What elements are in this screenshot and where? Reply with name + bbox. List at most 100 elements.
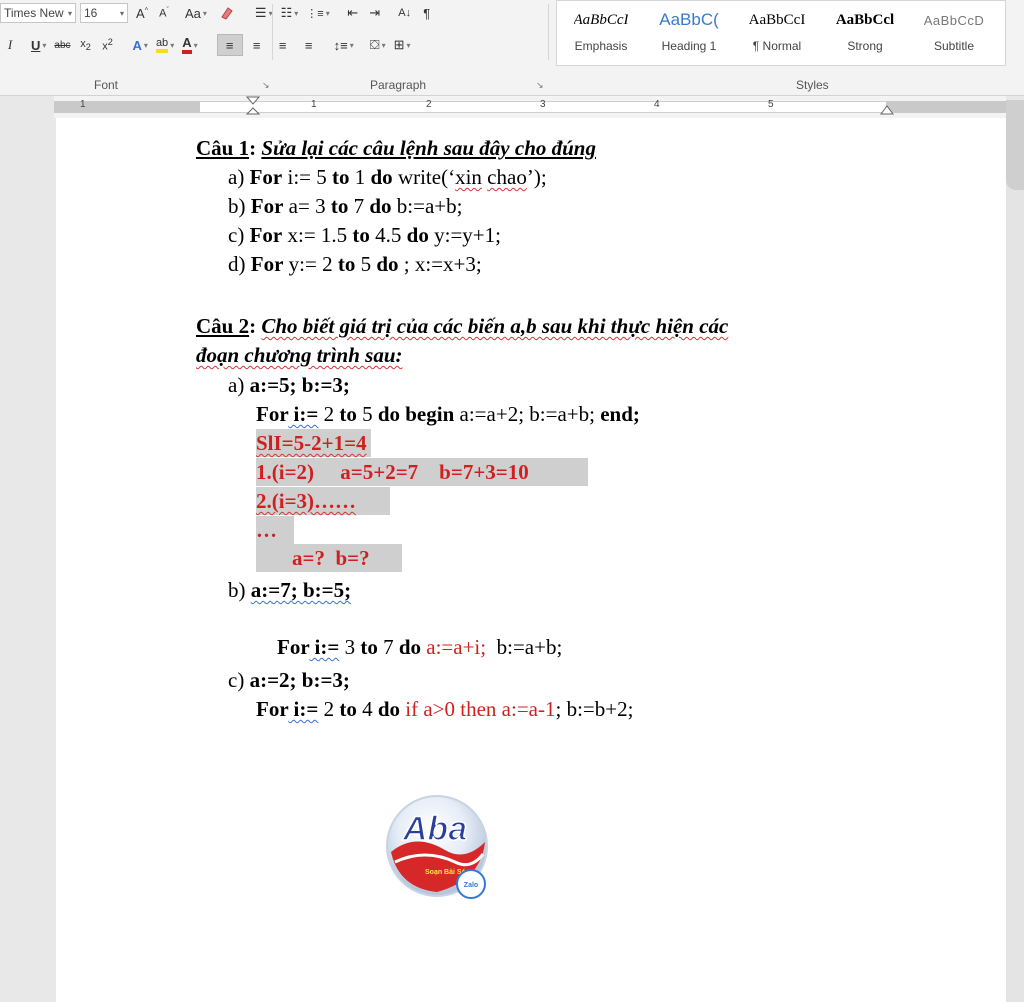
chevron-down-icon: ▾ — [119, 8, 124, 18]
ribbon-row-1: Times New Ro ▾ 16 ▾ A^ Aˇ Aa▾ ☰▾ ☷▾ ⋮≡▾ … — [0, 0, 439, 26]
keyword: do — [376, 252, 399, 276]
keyword: to — [337, 252, 356, 276]
code-highlighted: if a>0 then a:=a-1 — [400, 697, 556, 721]
borders-button[interactable]: ⊞ ▾ — [391, 34, 414, 56]
numbering-button[interactable]: ☷ ▾ — [278, 2, 302, 24]
chevron-down-icon: ▾ — [294, 8, 299, 18]
increase-indent-button[interactable]: ⇥ — [365, 2, 385, 24]
style-name: ¶ Normal — [752, 39, 802, 53]
font-size-value: 16 — [84, 6, 98, 20]
style-strong[interactable]: AaBbCcl Strong — [821, 1, 909, 65]
change-case-button[interactable]: Aa ▾ — [182, 2, 210, 24]
font-size-combo[interactable]: 16 ▾ — [80, 3, 128, 23]
code: x:= 1.5 — [282, 223, 353, 247]
ribbon: Times New Ro ▾ 16 ▾ A^ Aˇ Aa▾ ☰▾ ☷▾ ⋮≡▾ … — [0, 0, 1024, 96]
font-name-value: Times New Ro — [4, 6, 64, 20]
increase-indent-icon: ⇥ — [369, 5, 381, 20]
style-heading-1[interactable]: AaBbC( Heading 1 — [645, 1, 733, 65]
code-highlighted: a:=a+i; — [421, 635, 487, 659]
grow-font-button[interactable]: A^ — [132, 2, 152, 24]
answer-text: a=? b=? — [292, 546, 370, 570]
keyword: end; — [600, 402, 640, 426]
clear-formatting-button[interactable] — [216, 2, 238, 24]
sort-button[interactable]: A↓ — [395, 2, 415, 24]
code: ’); — [526, 165, 547, 189]
code: b:=a+b; — [486, 635, 563, 659]
ruler-number: 1 — [80, 99, 86, 110]
keyword: For — [249, 165, 283, 189]
style-name: Subtitle — [933, 39, 975, 53]
first-line-indent-marker-icon[interactable] — [246, 96, 260, 118]
right-indent-marker-icon[interactable] — [880, 104, 894, 118]
italic-button[interactable]: I — [0, 34, 20, 56]
question-1-item-d: d) For y:= 2 to 5 do ; x:=x+3; — [228, 250, 482, 278]
style-name: Strong — [847, 39, 883, 53]
code: ; x:=x+3; — [398, 252, 482, 276]
keyword: do — [377, 697, 401, 721]
underline-button[interactable]: U ▾ — [28, 34, 49, 56]
question-1-item-b: b) For a= 3 to 7 do b:=a+b; — [228, 192, 462, 220]
numbering-icon: ☷ — [280, 5, 293, 20]
style-normal[interactable]: AaBbCcI ¶ Normal — [733, 1, 821, 65]
line-spacing-button[interactable]: ↕≡ ▾ — [331, 34, 357, 56]
font-color-button[interactable]: A ▾ — [179, 34, 200, 56]
question-1-title: Câu 1 — [196, 136, 250, 160]
answer-line-5: a=? b=? — [256, 544, 402, 572]
grow-font-icon: A^ — [136, 5, 148, 21]
keyword: For — [249, 223, 283, 247]
vertical-scrollbar[interactable] — [1006, 118, 1024, 1002]
code: i:= — [309, 635, 340, 659]
chevron-down-icon: ▾ — [42, 40, 47, 50]
strikethrough-button[interactable]: abc — [51, 34, 73, 56]
chevron-down-icon: ▾ — [406, 40, 411, 50]
decrease-indent-icon: ⇤ — [347, 5, 359, 20]
code: 2 — [318, 697, 340, 721]
style-emphasis[interactable]: AaBbCcI Emphasis — [557, 1, 645, 65]
keyword: to — [339, 697, 357, 721]
superscript-button[interactable]: x2 — [98, 34, 118, 56]
horizontal-ruler[interactable]: 1 1 2 3 4 5 — [54, 96, 1006, 118]
code: ; b:=b+2; — [555, 697, 634, 721]
question-2-colon: : — [249, 314, 262, 338]
font-name-combo[interactable]: Times New Ro ▾ — [0, 3, 76, 23]
style-subtitle[interactable]: AaBbCcD Subtitle — [909, 1, 999, 65]
group-separator — [548, 4, 549, 60]
change-case-icon: Aa — [185, 5, 201, 21]
code: 3 — [339, 635, 361, 659]
pilcrow-icon: ¶ — [423, 5, 431, 21]
code: 7 — [377, 635, 399, 659]
code: b:=a+b; — [391, 194, 463, 218]
shading-button[interactable]: ⛋ ▾ — [367, 34, 389, 56]
highlighter-icon: ab — [155, 37, 169, 53]
style-sample: AaBbCcD — [923, 12, 985, 28]
keyword: For — [250, 252, 284, 276]
justify-button[interactable]: ≡ — [297, 34, 321, 56]
document-page[interactable] — [56, 118, 1006, 1002]
chevron-down-icon: ▾ — [349, 40, 354, 50]
paragraph-dialog-launcher-icon[interactable]: ↘ — [536, 80, 544, 91]
zalo-badge-text: Zalo — [464, 882, 478, 889]
subscript-button[interactable]: x2 — [76, 34, 96, 56]
chevron-down-icon: ▾ — [67, 8, 72, 18]
align-center-button[interactable]: ≡ — [245, 34, 269, 56]
align-right-button[interactable]: ≡ — [271, 34, 295, 56]
show-formatting-marks-button[interactable]: ¶ — [417, 2, 437, 24]
styles-group-label: Styles — [796, 78, 829, 92]
font-group-label: Font — [94, 78, 119, 92]
subscript-icon: x2 — [80, 37, 91, 53]
keyword: do begin — [377, 402, 455, 426]
text-effects-button[interactable]: A ▾ — [130, 34, 151, 56]
code: a:=a+2; b:=a+b; — [454, 402, 601, 426]
chevron-down-icon: ▾ — [143, 40, 148, 50]
highlight-color-button[interactable]: ab ▾ — [153, 34, 177, 56]
align-left-button[interactable]: ≡ — [216, 34, 243, 56]
font-dialog-launcher-icon[interactable]: ↘ — [262, 80, 270, 91]
shrink-font-button[interactable]: Aˇ — [154, 2, 174, 24]
code: a= 3 — [283, 194, 331, 218]
aba-logo: Aba Soạn Bài Sớm Zalo — [385, 792, 493, 900]
multilevel-list-button[interactable]: ⋮≡ ▾ — [303, 2, 332, 24]
ruler-left-margin — [54, 101, 200, 113]
decrease-indent-button[interactable]: ⇤ — [343, 2, 363, 24]
scrollbar-thumb[interactable] — [1006, 100, 1024, 190]
answer-text: 1.(i=2) a=5+2=7 b=7+3=10 — [256, 460, 529, 484]
